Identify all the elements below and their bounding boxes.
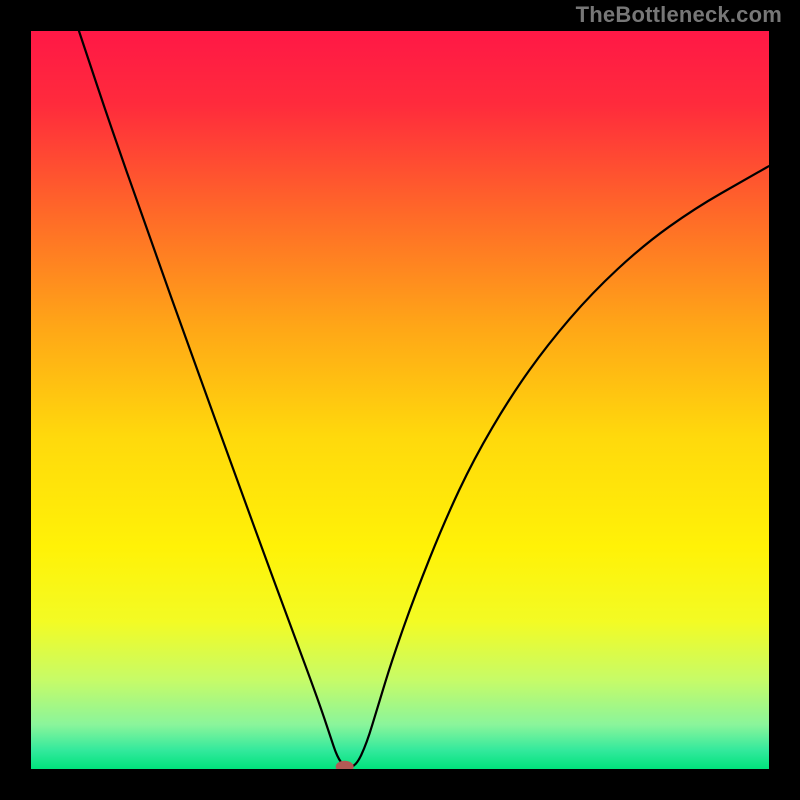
watermark-label: TheBottleneck.com: [576, 2, 782, 28]
gradient-background: [31, 31, 769, 769]
bottleneck-chart: [31, 31, 769, 769]
chart-outer-frame: TheBottleneck.com: [0, 0, 800, 800]
plot-area: [31, 31, 769, 769]
